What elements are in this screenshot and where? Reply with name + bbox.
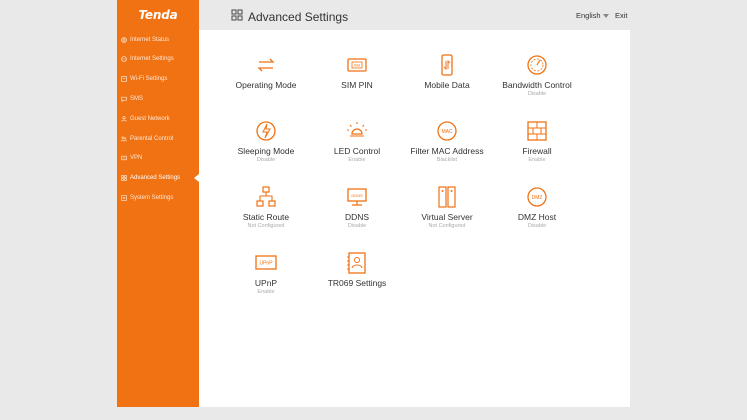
sidebar-item-advanced-settings[interactable]: Advanced Settings (121, 170, 199, 186)
sidebar: Tenda Internet Status Internet Settings … (117, 0, 199, 407)
language-value: English (576, 11, 601, 20)
tile-firewall[interactable]: Firewall Enable (492, 120, 582, 163)
tile-status: Blacklist (436, 157, 458, 163)
sidebar-item-label: Advanced Settings (130, 175, 181, 181)
tile-label: LED Control (333, 146, 381, 156)
family-icon (121, 136, 127, 142)
tile-dmz-host[interactable]: DMZ DMZ Host Disable (492, 186, 582, 229)
upnp-icon: UPnP (255, 255, 277, 270)
tile-mobile-data[interactable]: Mobile Data (402, 54, 492, 91)
tile-label: Bandwidth Control (502, 80, 572, 90)
tile-status: Not Configured (428, 223, 466, 229)
tile-label: Static Route (242, 212, 290, 222)
virtual-server-icon (438, 186, 456, 208)
sidebar-item-parental-control[interactable]: Parental Control (121, 131, 199, 147)
ddns-icon: DDNS (347, 188, 367, 206)
svg-text:UPnP: UPnP (259, 261, 273, 267)
tile-ddns[interactable]: DDNS DDNS Disable (312, 186, 402, 229)
svg-text:DDNS: DDNS (351, 193, 363, 198)
svg-text:MAC: MAC (441, 129, 453, 135)
system-icon (121, 195, 127, 201)
tile-label: Operating Mode (235, 80, 297, 90)
svg-text:DMZ: DMZ (532, 195, 543, 201)
sidebar-item-guest-network[interactable]: Guest Network (121, 111, 199, 127)
tile-bandwidth-control[interactable]: Bandwidth Control Disable (492, 54, 582, 97)
globe-icon (121, 37, 127, 43)
sidebar-item-label: Parental Control (130, 136, 174, 142)
led-icon (347, 122, 367, 137)
tile-virtual-server[interactable]: Virtual Server Not Configured (402, 186, 492, 229)
tile-label: Mobile Data (424, 80, 470, 90)
tenda-logo: Tenda (138, 8, 178, 22)
tile-tr069-settings[interactable]: TR069 Settings (312, 252, 402, 289)
tile-label: TR069 Settings (327, 278, 387, 288)
exit-link[interactable]: Exit (615, 11, 628, 20)
tile-label: UPnP (254, 278, 278, 288)
sidebar-item-label: System Settings (130, 195, 174, 201)
tile-operating-mode[interactable]: Operating Mode (221, 54, 311, 91)
guest-icon (121, 116, 127, 122)
sidebar-item-internet-settings[interactable]: Internet Settings (121, 51, 199, 67)
tile-status: Enable (348, 157, 366, 163)
sidebar-item-label: SMS (130, 96, 144, 102)
bandwidth-icon (527, 55, 547, 75)
globe-icon (121, 56, 127, 62)
tile-filter-mac-address[interactable]: MAC Filter MAC Address Blacklist (402, 120, 492, 163)
tile-status: Disable (527, 223, 547, 229)
tile-sleeping-mode[interactable]: Sleeping Mode Disable (221, 120, 311, 163)
tile-status: Disable (256, 157, 276, 163)
vpn-icon (121, 155, 127, 161)
sleep-icon (256, 121, 276, 141)
tile-status: Disable (347, 223, 367, 229)
tile-label: Filter MAC Address (410, 146, 484, 156)
tile-status: Disable (527, 91, 547, 97)
sidebar-item-vpn[interactable]: VPN (121, 150, 199, 166)
dmz-icon: DMZ (527, 187, 547, 207)
page-title: Advanced Settings (231, 9, 348, 24)
sidebar-item-label: Internet Status (130, 37, 170, 43)
wifi-icon (121, 76, 127, 82)
chevron-down-icon (602, 13, 609, 18)
tile-label: SIM PIN (341, 80, 373, 90)
tile-static-route[interactable]: Static Route Not Configured (221, 186, 311, 229)
tile-status: Enable (528, 157, 546, 163)
language-select[interactable]: English (576, 11, 609, 20)
mobile-data-icon (441, 54, 453, 76)
tile-status: Not Configured (247, 223, 285, 229)
message-icon (121, 96, 127, 103)
firewall-icon (527, 121, 547, 141)
sidebar-item-label: Internet Settings (130, 56, 174, 62)
grid-icon (121, 175, 127, 181)
tile-label: DMZ Host (517, 212, 557, 222)
sidebar-item-wifi-settings[interactable]: Wi-Fi Settings (121, 71, 199, 87)
grid-icon (231, 9, 243, 24)
tile-label: Virtual Server (421, 212, 473, 222)
mac-filter-icon: MAC (437, 121, 457, 141)
tile-label: DDNS (344, 212, 370, 222)
tile-status: Enable (257, 289, 275, 295)
page-title-text: Advanced Settings (248, 9, 349, 24)
sidebar-item-label: Wi-Fi Settings (130, 76, 168, 82)
svg-text:SIM: SIM (354, 64, 360, 68)
tile-label: Firewall (522, 146, 552, 156)
sim-card-icon: SIM (347, 58, 367, 72)
sidebar-item-label: Guest Network (130, 116, 170, 122)
tile-led-control[interactable]: LED Control Enable (312, 120, 402, 163)
tile-label: Sleeping Mode (237, 146, 295, 156)
sidebar-item-system-settings[interactable]: System Settings (121, 190, 199, 206)
sidebar-item-label: VPN (130, 155, 143, 161)
tile-sim-pin[interactable]: SIM SIM PIN (312, 54, 402, 91)
static-route-icon (256, 186, 276, 207)
tile-upnp[interactable]: UPnP UPnP Enable (221, 252, 311, 295)
sidebar-item-sms[interactable]: SMS (121, 91, 199, 107)
tr069-icon (347, 252, 366, 274)
operating-mode-icon (257, 58, 275, 72)
sidebar-item-internet-status[interactable]: Internet Status (121, 32, 199, 48)
